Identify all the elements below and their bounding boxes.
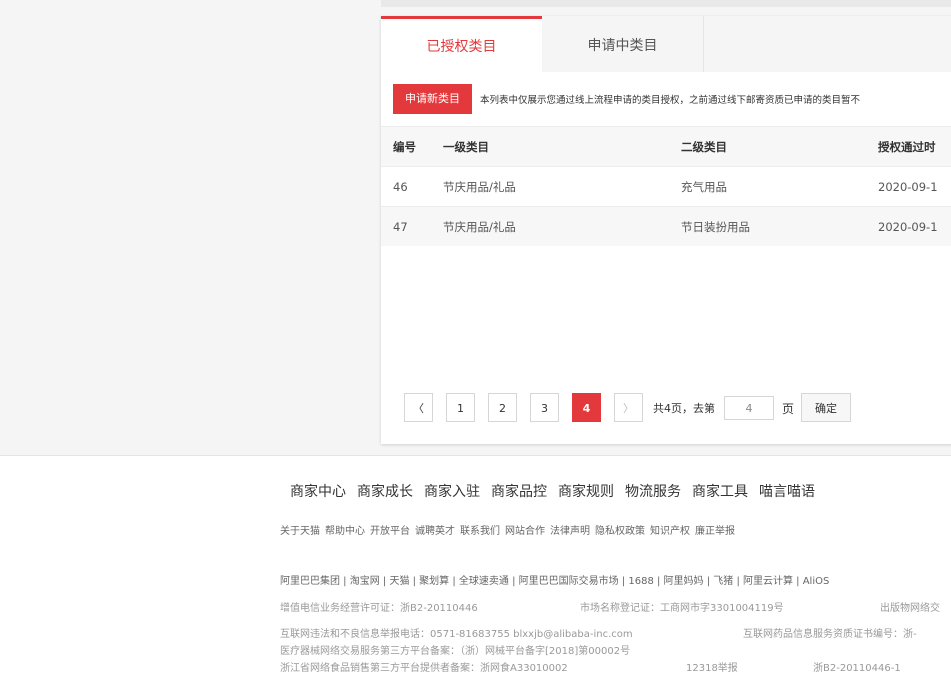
top-strip xyxy=(381,0,951,7)
page-button-2[interactable]: 2 xyxy=(488,393,517,422)
footer-link-help[interactable]: 帮助中心 xyxy=(325,526,365,537)
page-unit-label: 页 xyxy=(782,402,795,416)
cell-category2: 节日装扮用品 xyxy=(669,206,866,246)
cell-id: 47 xyxy=(381,206,431,246)
tab-authorized-categories[interactable]: 已授权类目 xyxy=(381,16,542,72)
category-table: 编号 一级类目 二级类目 授权通过时 46 节庆用品/礼品 充气用品 2020-… xyxy=(381,126,951,246)
footer-link-cooperation[interactable]: 网站合作 xyxy=(505,526,545,537)
tab-applying-categories[interactable]: 申请中类目 xyxy=(542,16,704,72)
footer-report-phone: 互联网违法和不良信息举报电话：0571-81683755 blxxjb@alib… xyxy=(280,629,633,640)
footer-market-registration: 市场名称登记证：工商网市字3301004119号 xyxy=(580,603,784,614)
page-jump-confirm-button[interactable]: 确定 xyxy=(801,393,851,422)
footer-nav-merchant-center[interactable]: 商家中心 xyxy=(290,484,346,500)
column-header-authorized-time: 授权通过时 xyxy=(866,126,951,167)
footer-hotline: 12318举报 xyxy=(686,663,738,674)
cell-category1: 节庆用品/礼品 xyxy=(431,166,669,207)
footer-nav-merchant-tools[interactable]: 商家工具 xyxy=(692,484,748,500)
footer-publication: 出版物网络交 xyxy=(880,603,940,614)
footer-nav-quality-control[interactable]: 商家品控 xyxy=(491,484,547,500)
footer-links: 关于天猫 帮助中心 开放平台 诚聘英才 联系我们 网站合作 法律声明 隐私权政策 知识产权 廉正举… xyxy=(280,522,740,537)
footer-main-nav: 商家中心 商家成长 商家入驻 商家品控 商家规则 物流服务 商家工具 喵言喵语 xyxy=(290,481,826,501)
next-page-button[interactable]: 〉 xyxy=(614,393,643,422)
footer-nav-merchant-growth[interactable]: 商家成长 xyxy=(357,484,413,500)
category-panel: 已授权类目 申请中类目 申请新类目 本列表中仅展示您通过线上流程申请的类目授权，… xyxy=(381,16,951,444)
footer-link-ip[interactable]: 知识产权 xyxy=(650,526,690,537)
footer-nav-logistics[interactable]: 物流服务 xyxy=(625,484,681,500)
footer-link-open-platform[interactable]: 开放平台 xyxy=(370,526,410,537)
table-header-row: 编号 一级类目 二级类目 授权通过时 xyxy=(381,126,951,167)
cell-id: 46 xyxy=(381,166,431,207)
footer-link-privacy[interactable]: 隐私权政策 xyxy=(595,526,645,537)
footer-icp: 浙B2-20110446-1 xyxy=(813,663,901,674)
column-header-category2: 二级类目 xyxy=(669,126,866,167)
page-button-4-current[interactable]: 4 xyxy=(572,393,601,422)
prev-page-button[interactable]: 〈 xyxy=(404,393,433,422)
footer-medical-device: 医疗器械网络交易服务第三方平台备案：（浙）网械平台备字[2018]第00002号 xyxy=(280,646,631,657)
footer-link-careers[interactable]: 诚聘英才 xyxy=(415,526,455,537)
column-header-id: 编号 xyxy=(381,126,431,167)
footer: 商家中心 商家成长 商家入驻 商家品控 商家规则 物流服务 商家工具 喵言喵语 关于天猫 帮助中… xyxy=(0,455,951,677)
notice-text: 本列表中仅展示您通过线上流程申请的类目授权，之前通过线下邮寄资质已申请的类目暂不 xyxy=(480,95,861,106)
apply-new-category-button[interactable]: 申请新类目 xyxy=(393,84,472,114)
footer-nav-miaoyan[interactable]: 喵言喵语 xyxy=(759,484,815,500)
table-row: 47 节庆用品/礼品 节日装扮用品 2020-09-1 xyxy=(381,206,951,246)
footer-nav-merchant-join[interactable]: 商家入驻 xyxy=(424,484,480,500)
cell-date: 2020-09-1 xyxy=(866,166,951,207)
footer-link-legal[interactable]: 法律声明 xyxy=(550,526,590,537)
total-pages-text: 共4页，去第 xyxy=(653,402,715,415)
footer-drug-certificate: 互联网药品信息服务资质证书编号：浙- xyxy=(743,629,917,640)
tab-bar: 已授权类目 申请中类目 xyxy=(381,16,951,72)
footer-food-platform: 浙江省网络食品销售第三方平台提供者备案：浙网食A33010002 xyxy=(280,663,568,674)
cell-category2: 充气用品 xyxy=(669,166,866,207)
footer-nav-merchant-rules[interactable]: 商家规则 xyxy=(558,484,614,500)
footer-group-sites[interactable]: 阿里巴巴集团 | 淘宝网 | 天猫 | 聚划算 | 全球速卖通 | 阿里巴巴国际… xyxy=(280,572,829,587)
footer-license: 增值电信业务经营许可证：浙B2-20110446 xyxy=(280,603,478,614)
page-button-3[interactable]: 3 xyxy=(530,393,559,422)
cell-date: 2020-09-1 xyxy=(866,206,951,246)
page-button-1[interactable]: 1 xyxy=(446,393,475,422)
footer-link-about[interactable]: 关于天猫 xyxy=(280,526,320,537)
column-header-category1: 一级类目 xyxy=(431,126,669,167)
footer-link-report[interactable]: 廉正举报 xyxy=(695,526,735,537)
table-row: 46 节庆用品/礼品 充气用品 2020-09-1 xyxy=(381,166,951,207)
page-jump-input[interactable] xyxy=(724,396,774,420)
cell-category1: 节庆用品/礼品 xyxy=(431,206,669,246)
footer-link-contact[interactable]: 联系我们 xyxy=(460,526,500,537)
